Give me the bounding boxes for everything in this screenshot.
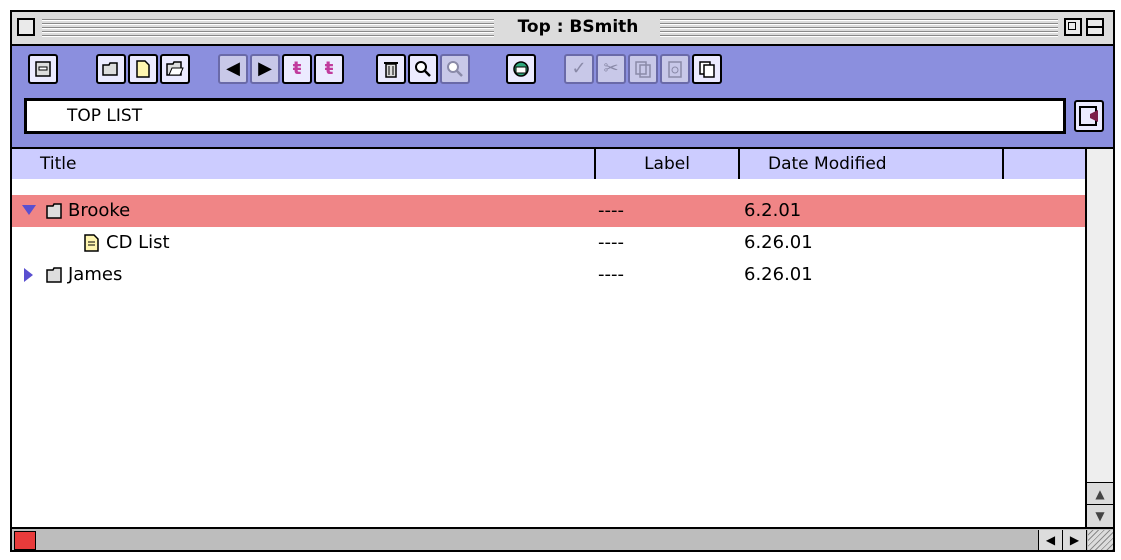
item-name: Brooke: [68, 200, 131, 221]
disclosure-expanded-icon[interactable]: [22, 205, 36, 215]
go-up-button[interactable]: ŧ: [314, 54, 344, 84]
scroll-left-button[interactable]: ◀: [1039, 530, 1063, 550]
scroll-down-icon: ▼: [1095, 509, 1105, 523]
title-bar-stripes-right: [660, 17, 1058, 37]
item-date: 6.26.01: [744, 232, 813, 253]
find-again-button[interactable]: [440, 54, 470, 84]
path-menu-button[interactable]: [1074, 100, 1104, 132]
paste-icon: [668, 61, 682, 78]
drawer-close-icon: [1079, 106, 1098, 126]
new-document-button[interactable]: [128, 54, 158, 84]
column-date-modified[interactable]: Date Modified: [740, 149, 1004, 179]
item-date: 6.2.01: [744, 200, 802, 221]
sync-icon: [513, 61, 529, 77]
paste-button[interactable]: [660, 54, 690, 84]
zoom-box-button[interactable]: [1064, 18, 1082, 36]
resize-grip-icon[interactable]: [1088, 530, 1113, 550]
status-indicator: [14, 531, 36, 550]
collapse-box-button[interactable]: [1086, 18, 1104, 36]
cut-button[interactable]: ✂: [596, 54, 626, 84]
trash-icon: [384, 62, 398, 78]
item-name: CD List: [106, 232, 170, 253]
scroll-up-button[interactable]: ▲: [1087, 482, 1113, 505]
item-name: James: [68, 264, 123, 285]
toolbar: ◀ ▶ ŧ ŧ ✓ ✂ TOP LIST: [12, 46, 1113, 149]
find-button[interactable]: [408, 54, 438, 84]
copy-button[interactable]: [628, 54, 658, 84]
column-title[interactable]: Title: [12, 149, 596, 179]
item-label: ----: [598, 200, 624, 221]
up-level-icon: ŧ: [324, 58, 334, 79]
folder-icon: [102, 62, 118, 76]
go-top-button[interactable]: ŧ: [282, 54, 312, 84]
back-button[interactable]: ◀: [218, 54, 248, 84]
checkmark-icon: ✓: [571, 58, 587, 79]
scissors-icon: ✂: [603, 58, 619, 79]
item-label: ----: [598, 232, 624, 253]
folder-icon: [46, 267, 62, 283]
horizontal-scroll-arrows: ◀ ▶: [1038, 530, 1087, 550]
finder-window: Top : BSmith ◀ ▶ ŧ ŧ ✓ ✂ TOP LIST Title …: [10, 10, 1115, 552]
window-title: Top : BSmith: [500, 15, 656, 39]
column-extra: [1004, 149, 1085, 179]
scroll-down-button[interactable]: ▼: [1087, 504, 1113, 527]
open-folder-button[interactable]: [160, 54, 190, 84]
up-top-icon: ŧ: [292, 58, 302, 79]
delete-button[interactable]: [376, 54, 406, 84]
item-date: 6.26.01: [744, 264, 813, 285]
checkmark-button[interactable]: ✓: [564, 54, 594, 84]
column-header: Title Label Date Modified: [12, 149, 1085, 181]
back-arrow-icon: ◀: [226, 58, 240, 79]
find-again-icon: [447, 61, 463, 77]
list-item[interactable]: CD List ---- 6.26.01: [12, 227, 1085, 259]
item-label: ----: [598, 264, 624, 285]
sync-button[interactable]: [506, 54, 536, 84]
open-folder-icon: [166, 61, 184, 76]
list-item[interactable]: Brooke ---- 6.2.01: [12, 195, 1085, 227]
duplicate-button[interactable]: [692, 54, 722, 84]
drawer-icon: [35, 61, 51, 77]
drawer-button[interactable]: [28, 54, 58, 84]
scroll-left-icon: ◀: [1045, 533, 1056, 547]
forward-button[interactable]: ▶: [250, 54, 280, 84]
document-icon: [136, 60, 150, 78]
forward-arrow-icon: ▶: [258, 58, 272, 79]
title-bar[interactable]: Top : BSmith: [12, 12, 1113, 46]
path-field[interactable]: TOP LIST: [24, 98, 1066, 134]
document-icon: [84, 234, 99, 252]
item-list: Brooke ---- 6.2.01 CD List ---- 6.26.01 …: [12, 179, 1085, 527]
column-label[interactable]: Label: [596, 149, 740, 179]
folder-icon: [46, 203, 62, 219]
duplicate-icon: [699, 61, 715, 78]
disclosure-collapsed-icon[interactable]: [24, 268, 33, 282]
find-icon: [415, 61, 431, 77]
scroll-up-icon: ▲: [1095, 487, 1105, 501]
horizontal-scrollbar[interactable]: ◀ ▶: [12, 527, 1113, 550]
title-bar-stripes-left: [42, 17, 494, 37]
scroll-right-icon: ▶: [1069, 533, 1080, 547]
close-box-button[interactable]: [17, 18, 35, 36]
list-item[interactable]: James ---- 6.26.01: [12, 259, 1085, 291]
scroll-right-button[interactable]: ▶: [1063, 530, 1087, 550]
vertical-scrollbar[interactable]: ▲ ▼: [1085, 149, 1113, 527]
copy-icon: [635, 61, 651, 78]
new-folder-button[interactable]: [96, 54, 126, 84]
